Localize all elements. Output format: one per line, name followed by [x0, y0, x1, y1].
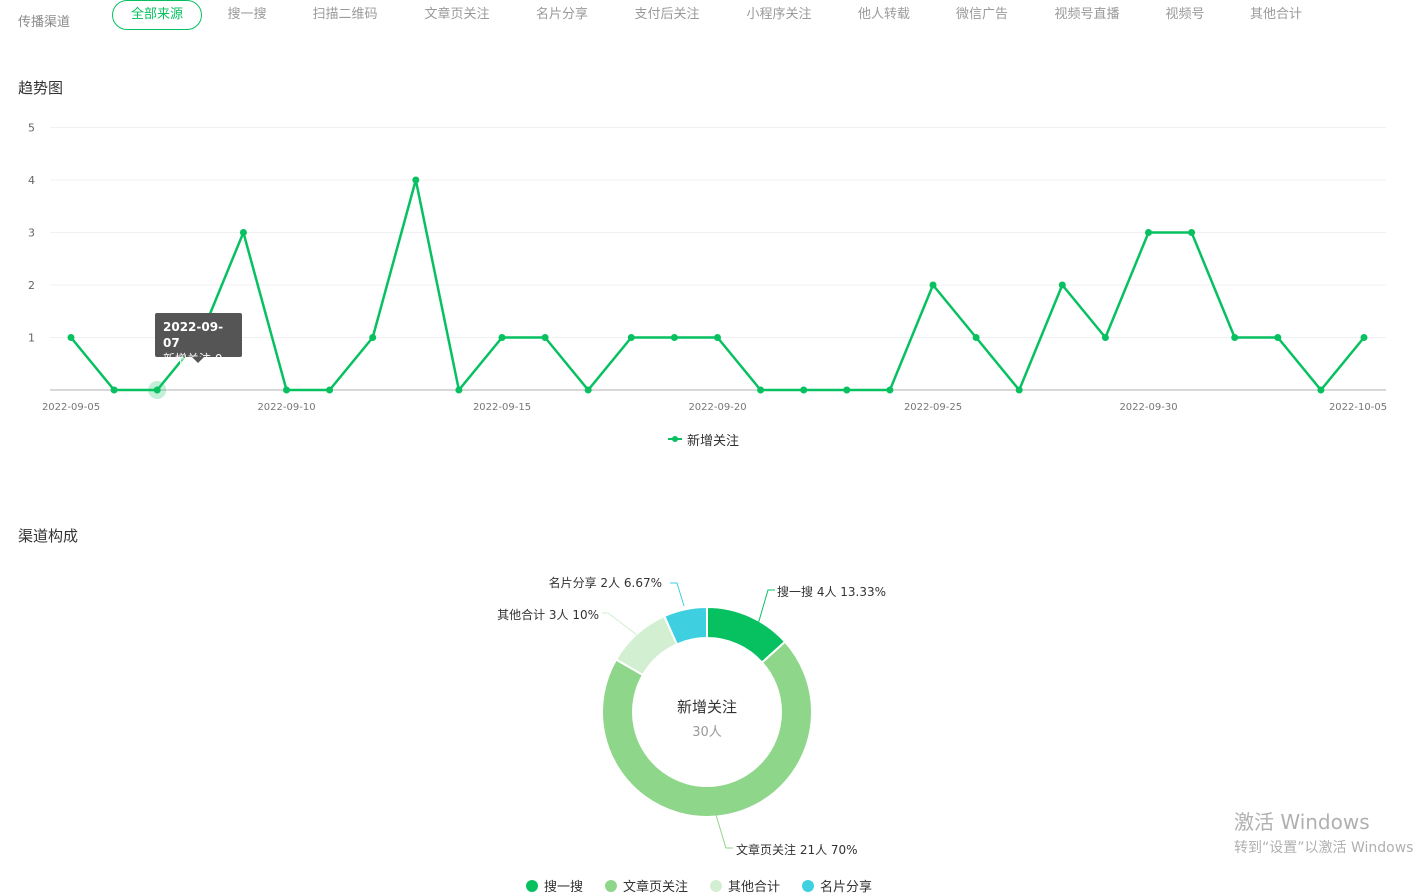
x-tick-label: 2022-09-30 — [1119, 402, 1177, 413]
data-point — [800, 386, 808, 394]
data-point — [757, 386, 765, 394]
x-tick-label: 2022-09-05 — [42, 402, 100, 413]
data-point — [627, 334, 635, 341]
donut-center-value: 30人 — [692, 725, 722, 740]
slice-label: 名片分享 2人 6.67% — [549, 575, 662, 590]
data-point — [1274, 334, 1282, 341]
source-tab[interactable]: 其他合计 — [1240, 0, 1312, 30]
x-tick-label: 2022-10-05 — [1329, 402, 1387, 413]
legend-dot — [802, 879, 815, 892]
data-point — [67, 334, 75, 341]
channel-section-title: 渠道构成 — [18, 527, 79, 545]
data-point — [153, 386, 161, 394]
data-point — [283, 386, 290, 394]
legend-label: 搜一搜 — [544, 880, 584, 895]
label-leader-line — [715, 814, 733, 849]
data-point — [1015, 386, 1023, 394]
source-tab[interactable]: 视频号直播 — [1044, 0, 1130, 30]
data-point — [929, 281, 937, 289]
watermark-subtitle: 转到“设置”以激活 Windows — [1234, 840, 1414, 856]
y-tick-label: 1 — [28, 332, 35, 345]
tooltip-value: 新增关注 0 — [163, 352, 223, 366]
trend-legend[interactable]: 新增关注 — [668, 430, 740, 449]
source-tab[interactable]: 搜一搜 — [220, 0, 274, 30]
data-point — [972, 334, 980, 341]
legend-dot — [526, 879, 538, 892]
tooltip-date: 2022-09-07 — [163, 320, 224, 350]
y-tick-label: 2 — [28, 279, 35, 292]
data-point — [369, 334, 377, 341]
data-point — [584, 386, 592, 394]
data-point — [1188, 229, 1196, 236]
label-leader-line — [602, 612, 638, 636]
slice-label: 文章页关注 21人 70% — [736, 842, 858, 857]
x-tick-label: 2022-09-10 — [257, 402, 315, 413]
legend-item-article[interactable]: 文章页关注 — [605, 876, 688, 895]
source-tab[interactable]: 支付后关注 — [624, 0, 710, 30]
data-point — [498, 334, 506, 341]
data-point — [1360, 334, 1368, 341]
x-tick-label: 2022-09-15 — [473, 402, 531, 413]
trend-legend-label: 新增关注 — [687, 433, 740, 449]
legend-label: 名片分享 — [820, 880, 873, 895]
slice-label: 其他合计 3人 10% — [497, 607, 599, 622]
legend-item-search[interactable]: 搜一搜 — [526, 876, 583, 895]
donut-center-title: 新增关注 — [676, 698, 737, 716]
source-tab[interactable]: 视频号 — [1156, 0, 1214, 30]
data-point — [110, 386, 118, 394]
chart-tooltip: 2022-09-07 新增关注 0 — [155, 313, 242, 366]
legend-line-marker — [668, 436, 682, 442]
x-tick-label: 2022-09-20 — [688, 402, 746, 413]
data-point — [412, 176, 420, 184]
channel-legend: 搜一搜 文章页关注 其他合计 名片分享 — [526, 876, 894, 895]
data-point — [455, 386, 463, 394]
source-tab[interactable]: 名片分享 — [526, 0, 598, 30]
label-leader-line — [670, 582, 685, 607]
source-tab[interactable]: 文章页关注 — [414, 0, 500, 30]
legend-label: 其他合计 — [728, 880, 781, 895]
data-point — [1231, 334, 1239, 341]
y-tick-label: 3 — [28, 227, 35, 240]
watermark-title: 激活 Windows — [1234, 810, 1370, 834]
legend-item-card-share[interactable]: 名片分享 — [802, 876, 872, 895]
y-tick-label: 5 — [28, 122, 35, 135]
data-point — [1145, 229, 1152, 236]
data-point — [541, 334, 549, 341]
legend-label: 文章页关注 — [623, 880, 689, 895]
data-point — [670, 334, 678, 341]
source-filter-bar: 传播渠道 全部来源 搜一搜 扫描二维码 文章页关注 名片分享 支付后关注 小程序关注 他人转载… — [0, 0, 1414, 34]
filter-label: 传播渠道 — [18, 15, 71, 30]
data-point — [1058, 281, 1066, 289]
source-tab[interactable]: 全部来源 — [112, 0, 202, 30]
source-tab[interactable]: 扫描二维码 — [302, 0, 388, 30]
data-point — [326, 386, 334, 394]
data-point — [843, 386, 851, 394]
legend-dot — [710, 879, 723, 892]
donut-center-label: 新增关注 30人 — [607, 696, 807, 740]
data-point — [1317, 386, 1325, 394]
data-point — [886, 386, 894, 394]
source-tab[interactable]: 小程序关注 — [736, 0, 822, 30]
x-tick-label: 2022-09-25 — [904, 402, 962, 413]
source-tab[interactable]: 微信广告 — [946, 0, 1018, 30]
data-point — [714, 334, 721, 341]
trend-section-title: 趋势图 — [18, 79, 64, 97]
slice-label: 搜一搜 4人 13.33% — [777, 584, 886, 599]
activation-watermark: 激活 Windows 转到“设置”以激活 Windows — [1234, 806, 1413, 857]
data-point — [1101, 334, 1109, 341]
source-tab[interactable]: 他人转载 — [848, 0, 920, 30]
legend-dot — [605, 879, 618, 892]
data-point — [239, 229, 247, 236]
y-tick-label: 4 — [28, 174, 35, 187]
trend-line-chart: 1 2 3 4 5 2022-09-05 2022-09-10 2022-09-15 2022-… — [28, 122, 1387, 414]
legend-item-other[interactable]: 其他合计 — [710, 876, 780, 895]
